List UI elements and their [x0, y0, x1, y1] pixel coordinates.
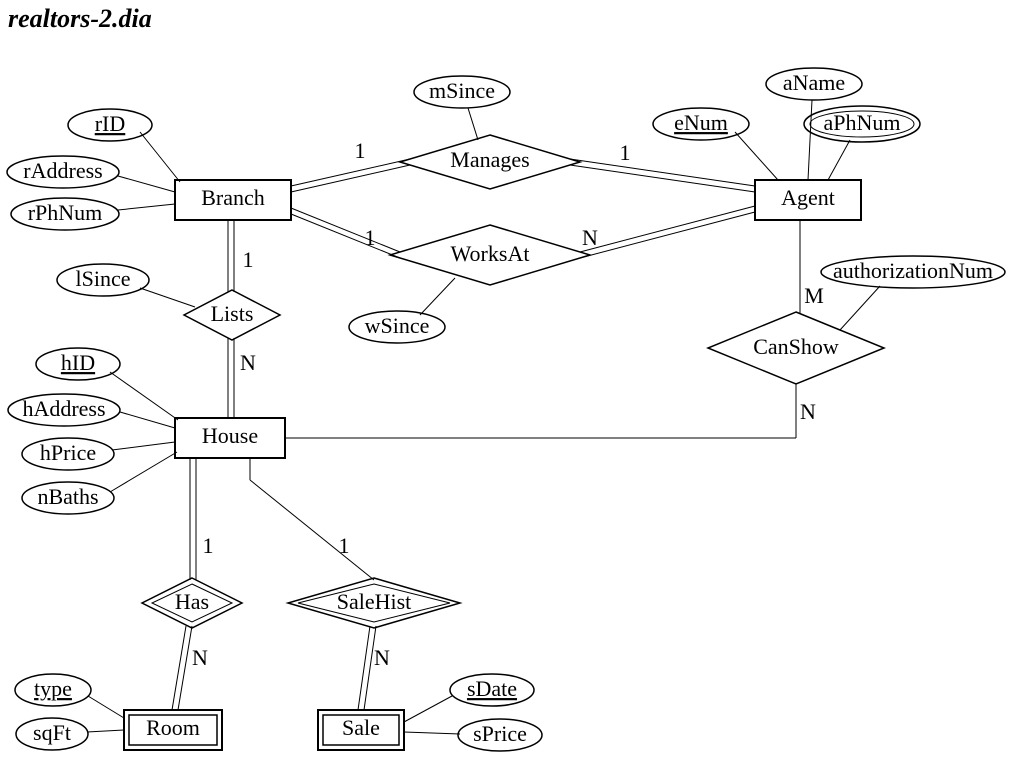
card-salehist-house: 1	[339, 533, 350, 558]
attr-aPhNum: aPhNum	[804, 106, 920, 142]
card-canshow-house: N	[800, 399, 816, 424]
entity-branch: Branch	[175, 180, 291, 220]
svg-text:House: House	[202, 423, 258, 448]
card-has-house: 1	[203, 533, 214, 558]
svg-text:sqFt: sqFt	[33, 720, 71, 745]
svg-text:hID: hID	[61, 350, 95, 375]
card-manages-agent: 1	[620, 140, 631, 165]
svg-text:Has: Has	[175, 589, 209, 614]
attr-wSince: wSince	[349, 311, 445, 343]
attr-rPhNum: rPhNum	[11, 198, 119, 230]
attr-nBaths: nBaths	[22, 482, 114, 514]
card-salehist-sale: N	[374, 645, 390, 670]
entity-house: House	[175, 418, 285, 458]
svg-text:Room: Room	[146, 715, 200, 740]
relationship-salehist: SaleHist	[288, 578, 460, 628]
relationship-worksat: WorksAt	[390, 225, 590, 285]
relationship-has: Has	[142, 578, 242, 628]
attr-sDate: sDate	[450, 674, 534, 706]
svg-text:SaleHist: SaleHist	[337, 589, 412, 614]
attr-type: type	[15, 674, 91, 706]
svg-text:Agent: Agent	[781, 185, 835, 210]
er-diagram: Branch Agent House Room Sale Manages Wor…	[0, 0, 1024, 778]
svg-text:lSince: lSince	[76, 266, 131, 291]
entity-sale: Sale	[318, 710, 404, 750]
svg-text:sPrice: sPrice	[473, 721, 527, 746]
attr-rAddress: rAddress	[7, 156, 119, 188]
card-manages-branch: 1	[355, 138, 366, 163]
attr-hID: hID	[36, 348, 120, 380]
svg-text:rAddress: rAddress	[23, 158, 102, 183]
attr-rID: rID	[68, 109, 152, 141]
svg-text:mSince: mSince	[429, 78, 495, 103]
attr-sPrice: sPrice	[458, 719, 542, 751]
svg-text:WorksAt: WorksAt	[451, 241, 530, 266]
entity-room: Room	[124, 710, 222, 750]
svg-text:type: type	[34, 676, 72, 701]
svg-text:wSince: wSince	[365, 313, 430, 338]
attr-lSince: lSince	[57, 264, 149, 296]
card-lists-branch: 1	[243, 247, 254, 272]
attr-hPrice: hPrice	[22, 438, 114, 470]
svg-text:hAddress: hAddress	[22, 396, 105, 421]
svg-text:aPhNum: aPhNum	[824, 110, 901, 135]
svg-text:hPrice: hPrice	[40, 440, 96, 465]
card-worksat-branch: 1	[365, 225, 376, 250]
attr-hAddress: hAddress	[8, 394, 120, 426]
diagram-title: realtors-2.dia	[8, 4, 152, 34]
attr-mSince: mSince	[414, 76, 510, 108]
card-worksat-agent: N	[582, 225, 598, 250]
svg-text:Manages: Manages	[450, 147, 529, 172]
card-lists-house: N	[240, 350, 256, 375]
svg-text:eNum: eNum	[674, 110, 728, 135]
relationship-canshow: CanShow	[708, 312, 884, 384]
card-has-room: N	[192, 645, 208, 670]
relationship-lists: Lists	[184, 290, 280, 340]
attr-eNum: eNum	[653, 108, 749, 140]
svg-text:CanShow: CanShow	[753, 334, 839, 359]
relationship-manages: Manages	[400, 135, 580, 189]
svg-text:aName: aName	[783, 70, 845, 95]
svg-text:authorizationNum: authorizationNum	[833, 258, 993, 283]
svg-text:rID: rID	[95, 111, 126, 136]
svg-text:nBaths: nBaths	[37, 484, 98, 509]
svg-text:Branch: Branch	[201, 185, 265, 210]
entity-agent: Agent	[755, 180, 861, 220]
attr-authorizationNum: authorizationNum	[821, 256, 1005, 288]
card-canshow-agent: M	[804, 283, 824, 308]
svg-text:rPhNum: rPhNum	[28, 200, 103, 225]
svg-text:sDate: sDate	[467, 676, 517, 701]
attr-aName: aName	[766, 68, 862, 100]
svg-text:Sale: Sale	[342, 715, 380, 740]
attr-sqFt: sqFt	[16, 718, 88, 750]
svg-text:Lists: Lists	[211, 301, 254, 326]
